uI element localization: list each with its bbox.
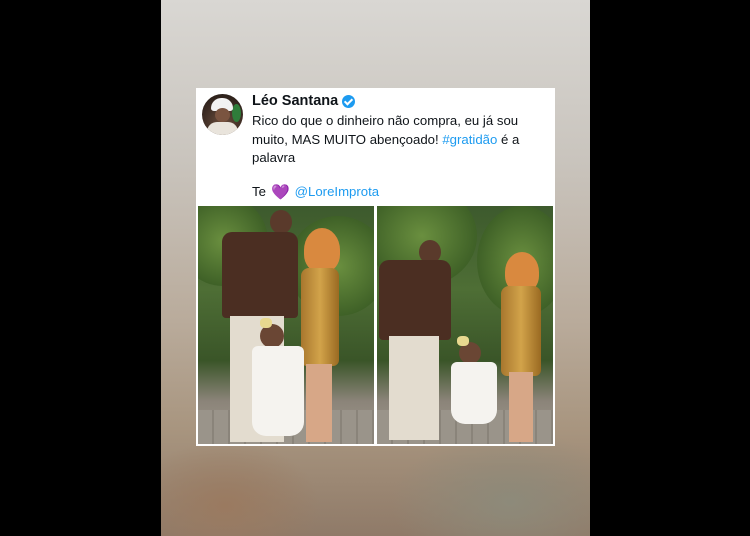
signoff-prefix: Te [252, 184, 266, 199]
avatar-face [215, 108, 230, 122]
photo-woman-hair [304, 228, 340, 272]
verified-badge-icon [342, 94, 356, 108]
photo-woman-legs [509, 372, 533, 442]
author-row: Léo Santana [252, 91, 356, 111]
hashtag-link[interactable]: #gratidão [442, 132, 497, 147]
photo-man-pants [389, 336, 439, 440]
photo-man-jacket [222, 232, 298, 318]
tweet-card[interactable]: Léo Santana Rico do que o dinheiro não c… [196, 88, 555, 446]
avatar[interactable] [202, 94, 243, 135]
tweet-photo-2[interactable] [377, 206, 553, 444]
purple-heart-icon: 💜 [270, 183, 290, 201]
photo-girl-dress [451, 362, 497, 424]
photo-man-head [270, 210, 292, 234]
author-name[interactable]: Léo Santana [252, 93, 338, 109]
tweet-media [198, 206, 553, 444]
tweet-photo-1[interactable] [198, 206, 374, 444]
avatar-background-leaf [232, 104, 241, 122]
background-blur-left [161, 440, 321, 536]
photo-girl-dress [252, 346, 304, 436]
tweet-signoff: Te 💜 @LoreImprota [252, 183, 379, 201]
photo-woman-dress [301, 268, 339, 366]
photo-woman-legs [306, 364, 332, 442]
mention-link[interactable]: @LoreImprota [295, 183, 380, 201]
photo-girl-bow [260, 318, 272, 328]
tweet-text: Rico do que o dinheiro não compra, eu já… [252, 112, 548, 168]
photo-woman-dress [501, 286, 541, 376]
photo-man-jacket [379, 260, 451, 340]
avatar-shirt [207, 122, 238, 135]
photo-girl-bow [457, 336, 469, 346]
